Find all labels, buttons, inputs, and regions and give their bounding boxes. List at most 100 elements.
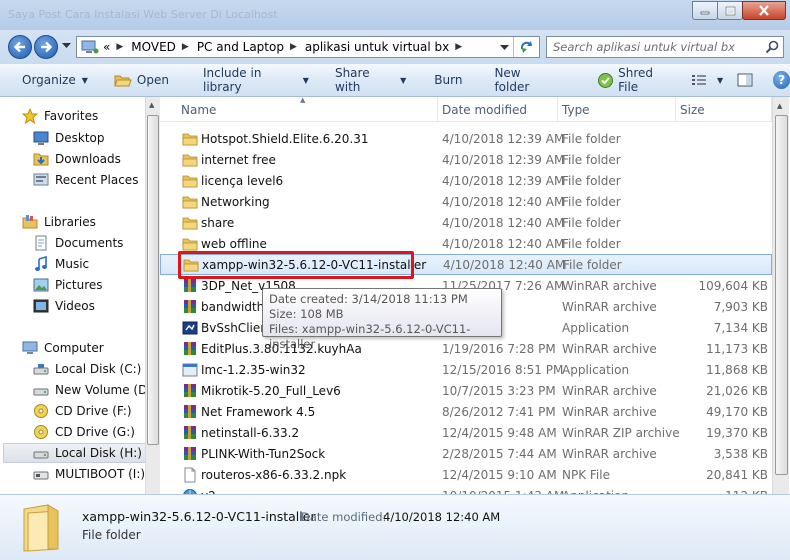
address-dropdown-icon[interactable]	[500, 45, 509, 51]
file-row[interactable]: licença level6 4/10/2018 12:39 AM File fol…	[160, 170, 772, 191]
nav-drive-h[interactable]: Local Disk (H:)	[3, 443, 149, 463]
nav-drive-d[interactable]: New Volume (D:)	[33, 380, 156, 400]
chevron-right-icon[interactable]: ▶	[455, 42, 462, 52]
view-options[interactable]: ▼	[691, 73, 753, 87]
file-row[interactable]: Hotspot.Shield.Elite.6.20.31 4/10/2018 12…	[160, 128, 772, 149]
breadcrumb-item[interactable]: aplikasi untuk virtual bx ▶	[305, 40, 470, 54]
help-button[interactable]: ?	[773, 71, 790, 89]
file-list-scrollbar[interactable]: ▲	[772, 97, 789, 494]
nav-recent-places[interactable]: Recent Places	[33, 170, 138, 190]
breadcrumb-overflow[interactable]: «▶	[103, 40, 131, 54]
column-header-size[interactable]: Size	[676, 97, 772, 121]
details-view-icon[interactable]	[691, 73, 707, 87]
file-row[interactable]: Mikrotik-5.20_Full_Lev6 10/7/2015 3:23 PM…	[160, 380, 772, 401]
recent-pages-dropdown-icon[interactable]	[62, 43, 71, 49]
breadcrumb-item[interactable]: MOVED ▶	[131, 40, 197, 54]
close-button[interactable]	[742, 1, 786, 20]
column-header-type[interactable]: Type	[558, 97, 676, 121]
file-type: Application	[562, 320, 630, 335]
scroll-up-icon[interactable]: ▲	[149, 101, 154, 109]
maximize-button[interactable]	[717, 1, 743, 20]
column-header-name[interactable]: ▲ Name	[160, 97, 438, 121]
file-row[interactable]: internet free 4/10/2018 12:39 AM File fold…	[160, 149, 772, 170]
preview-pane-icon[interactable]	[737, 73, 753, 87]
back-button[interactable]	[8, 35, 32, 59]
nav-label: Libraries	[44, 215, 96, 229]
nav-documents[interactable]: Documents	[33, 233, 123, 253]
nav-pictures[interactable]: Pictures	[33, 275, 103, 295]
search-icon[interactable]	[765, 40, 779, 54]
details-type: File folder	[82, 528, 141, 542]
nav-drive-g[interactable]: CD Drive (G:)	[33, 422, 135, 442]
file-name-cell[interactable]: Networking	[160, 194, 442, 210]
chevron-down-icon[interactable]: ▼	[717, 76, 723, 85]
file-name-cell[interactable]: Hotspot.Shield.Elite.6.20.31	[160, 131, 442, 147]
include-in-library-button[interactable]: Include in library ▼	[199, 66, 313, 94]
hard-drive-icon	[33, 382, 49, 398]
forward-arrow-icon	[41, 41, 53, 53]
share-with-button[interactable]: Share with ▼	[331, 66, 410, 94]
shred-file-button[interactable]: Shred File	[593, 66, 677, 94]
address-box[interactable]: «▶ MOVED ▶ PC and Laptop ▶ aplikasi untuk …	[76, 36, 540, 58]
file-name-cell[interactable]: netinstall-6.33.2	[160, 425, 442, 441]
nav-downloads[interactable]: Downloads	[33, 149, 121, 169]
breadcrumb-item[interactable]: PC and Laptop ▶	[197, 40, 305, 54]
nav-scrollbar[interactable]: ▲	[145, 97, 160, 494]
file-name-cell[interactable]: Imc-1.2.35-win32	[160, 362, 442, 378]
nav-drive-c[interactable]: Local Disk (C:)	[33, 359, 141, 379]
nav-drive-f[interactable]: CD Drive (F:)	[33, 401, 132, 421]
file-row[interactable]: Networking 4/10/2018 12:40 AM File folder	[160, 191, 772, 212]
file-name-cell[interactable]: web offline	[160, 236, 442, 252]
crumb-label: PC and Laptop	[196, 40, 284, 54]
minimize-icon	[700, 11, 710, 14]
file-name-cell[interactable]: xampp-win32-5.6.12-0-VC11-installer	[161, 257, 443, 273]
help-icon: ?	[778, 73, 786, 87]
refresh-button[interactable]	[513, 37, 539, 57]
file-name-cell[interactable]: licença level6	[160, 173, 442, 189]
forward-button[interactable]	[34, 35, 58, 59]
file-row[interactable]: PLINK-With-Tun2Sock 2/28/2015 7:44 AM WinR…	[160, 443, 772, 464]
file-row[interactable]: v210/10/2015 1:43 AMApplication112 KB	[160, 485, 772, 494]
file-name-cell[interactable]: PLINK-With-Tun2Sock	[160, 446, 442, 462]
open-button[interactable]: Open	[110, 69, 173, 91]
file-row[interactable]: Net Framework 4.5 8/26/2012 7:41 PM WinRAR…	[160, 401, 772, 422]
column-header-date[interactable]: Date modified	[438, 97, 558, 121]
file-size: 109,604 KB	[698, 278, 768, 293]
file-list-scroll-thumb[interactable]	[775, 115, 788, 475]
nav-scroll-thumb[interactable]	[147, 115, 159, 445]
scroll-up-icon[interactable]: ▲	[777, 102, 782, 110]
chevron-right-icon[interactable]: ▶	[290, 42, 297, 52]
chevron-right-icon[interactable]: ▶	[116, 42, 123, 52]
minimize-button[interactable]	[692, 1, 718, 20]
organize-button[interactable]: Organize ▼	[18, 69, 92, 91]
nav-favorites[interactable]: Favorites	[22, 106, 98, 126]
installer-icon	[182, 362, 198, 378]
file-row[interactable]: share 4/10/2018 12:40 AM File folder	[160, 212, 772, 233]
nav-libraries[interactable]: Libraries	[22, 212, 96, 232]
folder-icon	[182, 236, 198, 252]
folder-icon	[23, 504, 59, 552]
search-box[interactable]	[546, 36, 784, 58]
file-name-cell[interactable]: routeros-x86-6.33.2.npk	[160, 467, 442, 483]
file-name-cell[interactable]: internet free	[160, 152, 442, 168]
file-name-cell[interactable]: share	[160, 215, 442, 231]
chevron-right-icon[interactable]: ▶	[182, 42, 189, 52]
nav-computer[interactable]: Computer	[22, 338, 104, 358]
file-row[interactable]: web offline 4/10/2018 12:40 AM File folder	[160, 233, 772, 254]
file-name: licença level6	[201, 173, 284, 188]
file-row[interactable]: xampp-win32-5.6.12-0-VC11-installer 4/10/…	[160, 254, 772, 275]
burn-button[interactable]: Burn	[430, 69, 466, 91]
file-name-cell[interactable]: Net Framework 4.5	[160, 404, 442, 420]
nav-desktop[interactable]: Desktop	[33, 128, 105, 148]
nav-drive-i[interactable]: MULTIBOOT (I:)	[33, 464, 145, 484]
search-input[interactable]	[547, 37, 752, 57]
back-arrow-icon	[13, 41, 25, 53]
new-folder-button[interactable]: New folder	[490, 66, 559, 94]
file-row[interactable]: routeros-x86-6.33.2.npk 12/4/2015 9:10 AM…	[160, 464, 772, 485]
open-label: Open	[136, 73, 169, 87]
nav-videos[interactable]: Videos	[33, 296, 95, 316]
nav-music[interactable]: Music	[33, 254, 89, 274]
file-row[interactable]: netinstall-6.33.2 12/4/2015 9:48 AM WinRAR…	[160, 422, 772, 443]
file-name-cell[interactable]: Mikrotik-5.20_Full_Lev6	[160, 383, 442, 399]
file-row[interactable]: Imc-1.2.35-win32 12/15/2016 8:51 PM Applic…	[160, 359, 772, 380]
